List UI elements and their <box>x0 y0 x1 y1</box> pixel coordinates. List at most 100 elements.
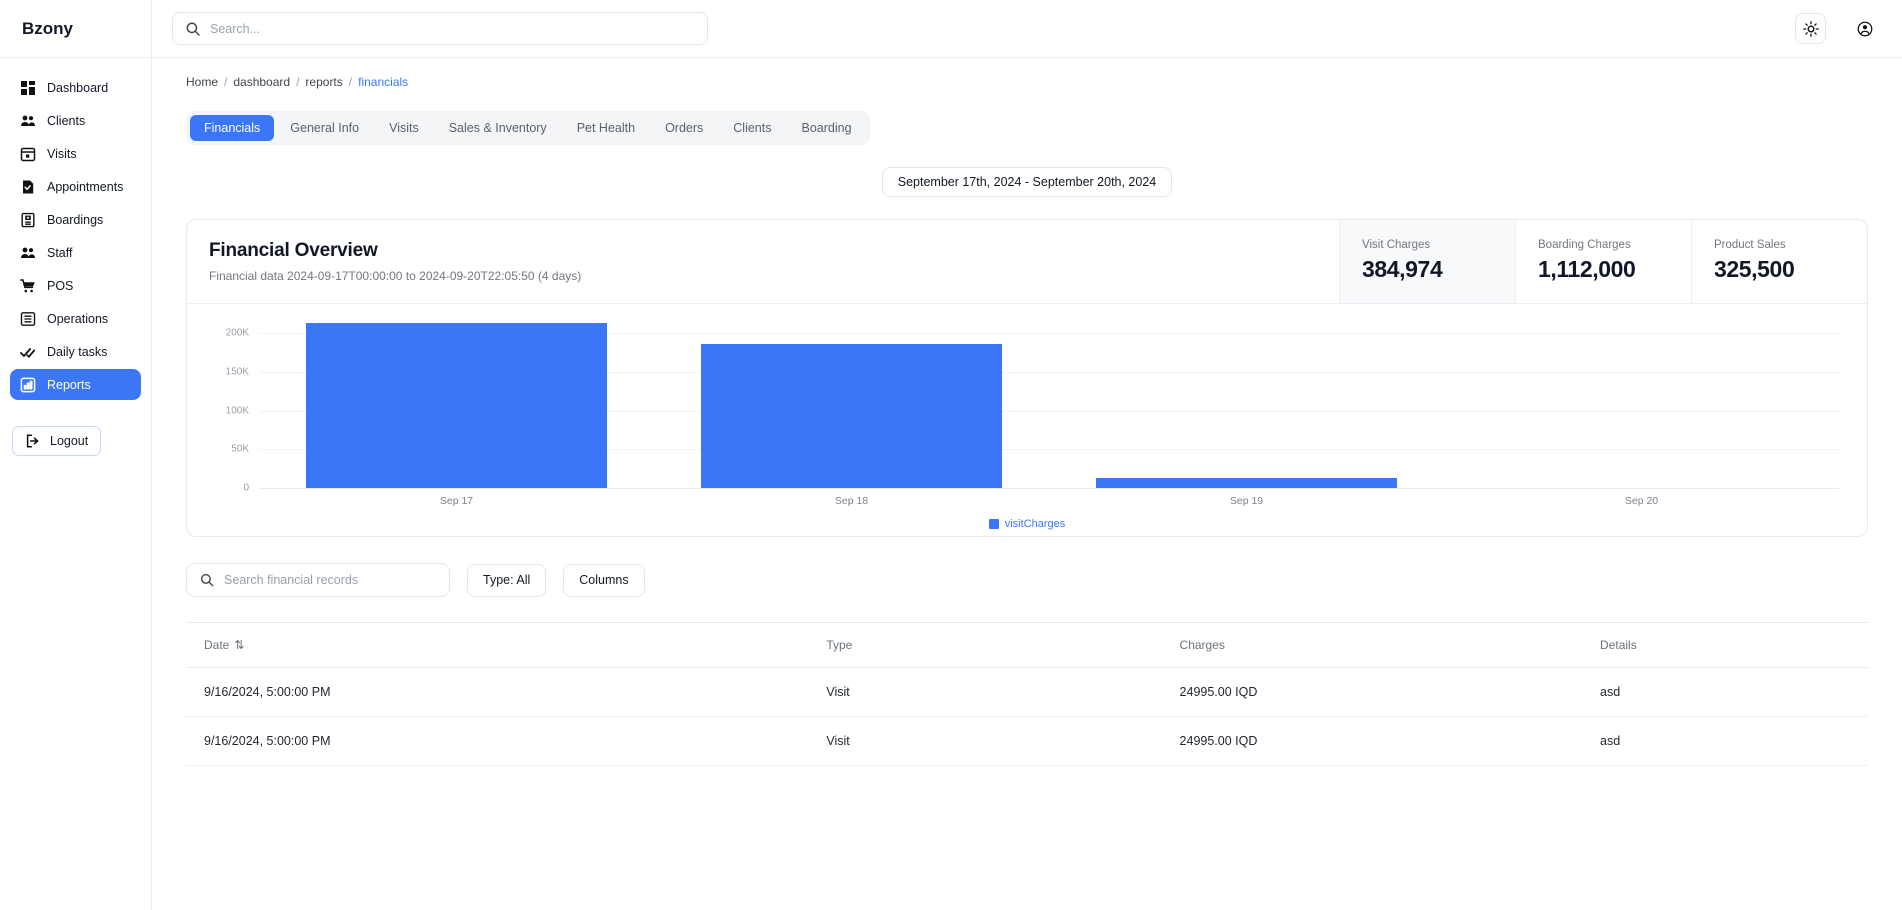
table-header-row: Date ⇅ Type Charges Details <box>186 623 1868 668</box>
chart-x-axis: Sep 17Sep 18Sep 19Sep 20 <box>259 495 1839 507</box>
cell-details: asd <box>1582 668 1868 717</box>
records-search-input[interactable] <box>224 573 437 587</box>
list-icon <box>20 311 36 327</box>
date-range-row: September 17th, 2024 - September 20th, 2… <box>174 167 1880 197</box>
column-header-charges: Charges <box>1162 623 1583 668</box>
report-tabs: Financials General Info Visits Sales & I… <box>186 111 870 145</box>
records-search[interactable] <box>186 563 450 597</box>
x-axis-tick-label: Sep 19 <box>1049 495 1444 507</box>
search-input[interactable] <box>210 22 695 36</box>
sidebar-item-visits[interactable]: Visits <box>10 138 141 169</box>
sidebar-item-label: Reports <box>47 378 91 392</box>
column-header-date[interactable]: Date ⇅ <box>186 623 808 668</box>
sidebar-item-reports[interactable]: Reports <box>10 369 141 400</box>
breadcrumb-separator: / <box>349 75 352 89</box>
theme-toggle-button[interactable] <box>1795 13 1826 44</box>
bar-sep-19[interactable] <box>1096 478 1396 488</box>
y-axis-tick-label: 50K <box>231 444 249 455</box>
table-filters: Type: All Columns <box>186 563 1880 597</box>
chart-plot-area: 200K150K100K50K0 <box>207 318 1847 488</box>
sidebar-item-staff[interactable]: Staff <box>10 237 141 268</box>
sidebar-nav: Dashboard Clients Visits Appointments Bo… <box>0 58 151 400</box>
grid-icon <box>20 80 36 96</box>
sort-updown-icon: ⇅ <box>234 638 244 652</box>
stat-value: 1,112,000 <box>1538 256 1691 283</box>
bar-sep-17[interactable] <box>306 323 606 488</box>
account-button[interactable] <box>1849 13 1880 44</box>
type-filter-button[interactable]: Type: All <box>467 564 546 597</box>
stat-label: Visit Charges <box>1362 239 1515 251</box>
bar-sep-18[interactable] <box>701 344 1001 489</box>
tab-sales-inventory[interactable]: Sales & Inventory <box>435 115 561 141</box>
breadcrumb-item-home[interactable]: Home <box>186 75 218 89</box>
legend-label: visitCharges <box>1005 518 1066 530</box>
breadcrumb: Home / dashboard / reports / financials <box>174 58 1880 89</box>
topbar <box>152 0 1902 58</box>
tab-visits[interactable]: Visits <box>375 115 433 141</box>
tab-pet-health[interactable]: Pet Health <box>563 115 649 141</box>
stat-value: 384,974 <box>1362 256 1515 283</box>
tab-boarding[interactable]: Boarding <box>787 115 865 141</box>
overview-subtitle: Financial data 2024-09-17T00:00:00 to 20… <box>209 269 1339 283</box>
overview-title-block: Financial Overview Financial data 2024-0… <box>187 220 1339 303</box>
logout-section: Logout <box>0 400 151 456</box>
bar-group <box>259 318 654 488</box>
stat-card-boarding-charges[interactable]: Boarding Charges 1,112,000 <box>1515 220 1691 303</box>
logout-label: Logout <box>50 434 88 448</box>
stat-label: Product Sales <box>1714 239 1867 251</box>
table-row[interactable]: 9/16/2024, 5:00:00 PM Visit 24995.00 IQD… <box>186 668 1868 717</box>
breadcrumb-item-dashboard[interactable]: dashboard <box>233 75 290 89</box>
logout-icon <box>25 433 41 449</box>
breadcrumb-item-reports[interactable]: reports <box>305 75 342 89</box>
sidebar-item-pos[interactable]: POS <box>10 270 141 301</box>
main-area: Home / dashboard / reports / financials … <box>152 0 1902 910</box>
bar-group <box>1444 318 1839 488</box>
y-axis-tick-label: 100K <box>226 405 249 416</box>
calendar-icon <box>20 146 36 162</box>
table-head: Date ⇅ Type Charges Details <box>186 623 1868 668</box>
cell-charges: 24995.00 IQD <box>1162 717 1583 766</box>
app-brand: Bzony <box>0 0 151 58</box>
y-axis-tick-label: 150K <box>226 367 249 378</box>
sidebar-item-appointments[interactable]: Appointments <box>10 171 141 202</box>
records-table: Date ⇅ Type Charges Details 9/16/2024, 5… <box>186 623 1868 766</box>
stat-card-visit-charges[interactable]: Visit Charges 384,974 <box>1339 220 1515 303</box>
stat-card-product-sales[interactable]: Product Sales 325,500 <box>1691 220 1867 303</box>
sidebar-item-label: Operations <box>47 312 108 326</box>
cell-type: Visit <box>808 668 1161 717</box>
financial-bar-chart: 200K150K100K50K0 Sep 17Sep 18Sep 19Sep 2… <box>187 304 1867 536</box>
stat-value: 325,500 <box>1714 256 1867 283</box>
date-range-picker[interactable]: September 17th, 2024 - September 20th, 2… <box>882 167 1173 197</box>
table-row[interactable]: 9/16/2024, 5:00:00 PM Visit 24995.00 IQD… <box>186 717 1868 766</box>
chart-legend: visitCharges <box>207 518 1847 530</box>
financial-records-table: Date ⇅ Type Charges Details 9/16/2024, 5… <box>186 622 1868 766</box>
y-axis-tick-label: 200K <box>226 328 249 339</box>
sidebar-item-dashboard[interactable]: Dashboard <box>10 72 141 103</box>
columns-button[interactable]: Columns <box>563 564 644 597</box>
sidebar-item-label: Visits <box>47 147 77 161</box>
cell-date: 9/16/2024, 5:00:00 PM <box>186 668 808 717</box>
global-search[interactable] <box>172 12 708 45</box>
search-icon <box>185 21 201 37</box>
user-circle-icon <box>1857 21 1873 37</box>
sidebar-item-boardings[interactable]: Boardings <box>10 204 141 235</box>
cell-type: Visit <box>808 717 1161 766</box>
sidebar-item-clients[interactable]: Clients <box>10 105 141 136</box>
sidebar-item-operations[interactable]: Operations <box>10 303 141 334</box>
sidebar-item-label: POS <box>47 279 73 293</box>
tab-orders[interactable]: Orders <box>651 115 717 141</box>
x-axis-tick-label: Sep 18 <box>654 495 1049 507</box>
breadcrumb-item-financials[interactable]: financials <box>358 75 408 89</box>
sidebar-item-label: Staff <box>47 246 72 260</box>
sort-control-date[interactable]: Date ⇅ <box>204 638 244 652</box>
financial-overview-card: Financial Overview Financial data 2024-0… <box>186 219 1868 537</box>
tab-general-info[interactable]: General Info <box>276 115 373 141</box>
sidebar-item-label: Appointments <box>47 180 123 194</box>
tab-clients[interactable]: Clients <box>719 115 785 141</box>
logout-button[interactable]: Logout <box>12 426 101 456</box>
users-icon <box>20 245 36 261</box>
sidebar-item-daily-tasks[interactable]: Daily tasks <box>10 336 141 367</box>
column-header-type: Type <box>808 623 1161 668</box>
breadcrumb-separator: / <box>224 75 227 89</box>
tab-financials[interactable]: Financials <box>190 115 274 141</box>
